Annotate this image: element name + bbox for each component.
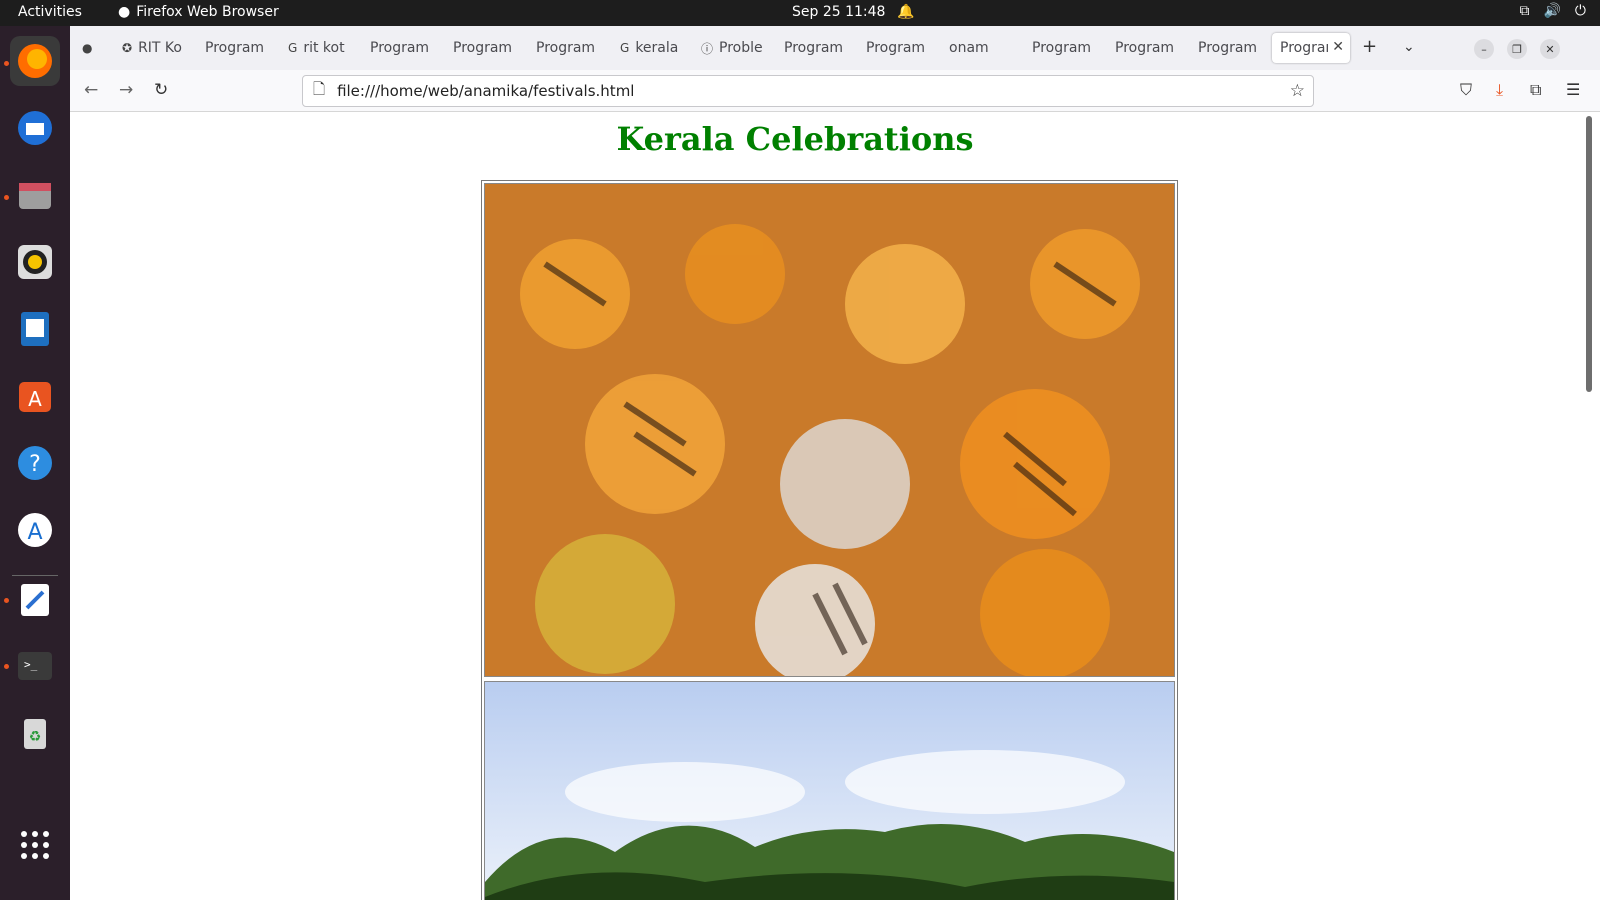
tab-11[interactable]: onam [949, 33, 1013, 63]
software-center-dock-icon[interactable]: A [10, 371, 60, 421]
app-grid-icon[interactable] [10, 820, 60, 870]
bell-icon[interactable]: 🔔 [897, 4, 914, 20]
activities-button[interactable]: Activities [18, 4, 82, 20]
tab-9[interactable]: Program [784, 33, 848, 63]
reload-button[interactable]: ↻ [154, 80, 168, 100]
thunderbird-dock-icon[interactable] [10, 103, 60, 153]
svg-text:>_: >_ [24, 658, 38, 671]
back-button[interactable]: ← [84, 80, 98, 100]
writer-dock-icon[interactable] [10, 304, 60, 354]
tab-10[interactable]: Program [866, 33, 930, 63]
bookmark-star-icon[interactable]: ☆ [1290, 81, 1305, 101]
google-icon: G [288, 41, 298, 55]
help-dock-icon[interactable]: ? [10, 438, 60, 488]
info-icon: ⓘ [701, 41, 714, 56]
tab-12[interactable]: Program [1032, 33, 1096, 63]
image-table [481, 180, 1178, 900]
system-tray[interactable]: ⧉ 🔊 ⏻ [1519, 3, 1586, 19]
table-cell [484, 681, 1175, 900]
tab-3[interactable]: Grit kot [288, 33, 352, 63]
dock: A ? A >_ ♻ [0, 26, 70, 900]
text-editor-dock-icon[interactable] [10, 575, 60, 625]
volume-icon[interactable]: 🔊 [1543, 3, 1560, 19]
tab-13[interactable]: Program [1115, 33, 1179, 63]
close-tab-icon[interactable]: ✕ [1332, 39, 1344, 55]
firefox-view-icon: ● [82, 41, 93, 55]
terminal-dock-icon[interactable]: >_ [10, 641, 60, 691]
app-menu[interactable]: ● Firefox Web Browser [118, 4, 279, 20]
tab-1[interactable]: ✪ RIT Ko [122, 33, 190, 63]
svg-text:A: A [28, 387, 42, 411]
svg-text:?: ? [29, 452, 41, 477]
festival-photo-tigers [485, 184, 1174, 676]
downloads-icon[interactable]: ⤓ [1496, 80, 1503, 100]
page-icon: 🗋 [313, 79, 326, 98]
tab-active[interactable]: Prograı ✕ [1272, 33, 1350, 63]
close-window-button[interactable]: ✕ [1540, 39, 1560, 59]
clock[interactable]: Sep 25 11:48 [792, 4, 885, 20]
extensions-icon[interactable]: ⧉ [1530, 80, 1541, 100]
firefox-icon: ● [118, 4, 131, 20]
tab-5[interactable]: Program [453, 33, 517, 63]
festival-photo-landscape [485, 682, 1174, 900]
app-name: Firefox Web Browser [136, 4, 279, 20]
minimize-button[interactable]: – [1474, 39, 1494, 59]
page-title: Kerala Celebrations [616, 120, 974, 158]
menu-icon[interactable]: ☰ [1566, 80, 1580, 99]
pocket-icon[interactable]: ⛉ [1460, 80, 1472, 100]
firefox-view-button[interactable]: ● [82, 33, 102, 63]
new-tab-button[interactable]: + [1362, 36, 1377, 57]
tab-list-button[interactable]: ⌄ [1403, 39, 1415, 55]
tab-6[interactable]: Program [536, 33, 600, 63]
svg-text:A: A [27, 520, 42, 545]
power-icon[interactable]: ⏻ [1575, 3, 1586, 19]
url-bar[interactable]: 🗋 file:///home/web/anamika/festivals.htm… [302, 75, 1314, 107]
tab-7[interactable]: Gkerala [620, 33, 684, 63]
navigation-toolbar: ← → ↻ 🗋 file:///home/web/anamika/festiva… [70, 70, 1600, 112]
forward-button[interactable]: → [119, 80, 133, 100]
rit-icon: ✪ [122, 41, 133, 55]
files-dock-icon[interactable] [10, 170, 60, 220]
tab-2[interactable]: Program [205, 33, 269, 63]
rhythmbox-dock-icon[interactable] [10, 237, 60, 287]
vertical-scrollbar[interactable] [1586, 116, 1592, 392]
trash-dock-icon[interactable]: ♻ [10, 708, 60, 758]
maximize-button[interactable]: ❐ [1507, 39, 1527, 59]
tab-8[interactable]: ⓘ Proble [701, 33, 767, 63]
system-top-bar: Activities ● Firefox Web Browser Sep 25 … [0, 0, 1600, 26]
svg-text:♻: ♻ [29, 729, 42, 745]
page-content: Kerala Celebrations [70, 112, 1582, 900]
firefox-dock-icon[interactable] [10, 36, 60, 86]
tab-strip: ● ✪ RIT Ko Program Grit kot Program Progr… [70, 26, 1600, 70]
network-icon[interactable]: ⧉ [1519, 3, 1529, 19]
android-studio-dock-icon[interactable]: A [10, 505, 60, 555]
google-icon: G [620, 41, 630, 55]
url-text[interactable]: file:///home/web/anamika/festivals.html [337, 82, 634, 100]
tab-14[interactable]: Program [1198, 33, 1262, 63]
table-cell [484, 183, 1175, 677]
tab-4[interactable]: Program [370, 33, 434, 63]
